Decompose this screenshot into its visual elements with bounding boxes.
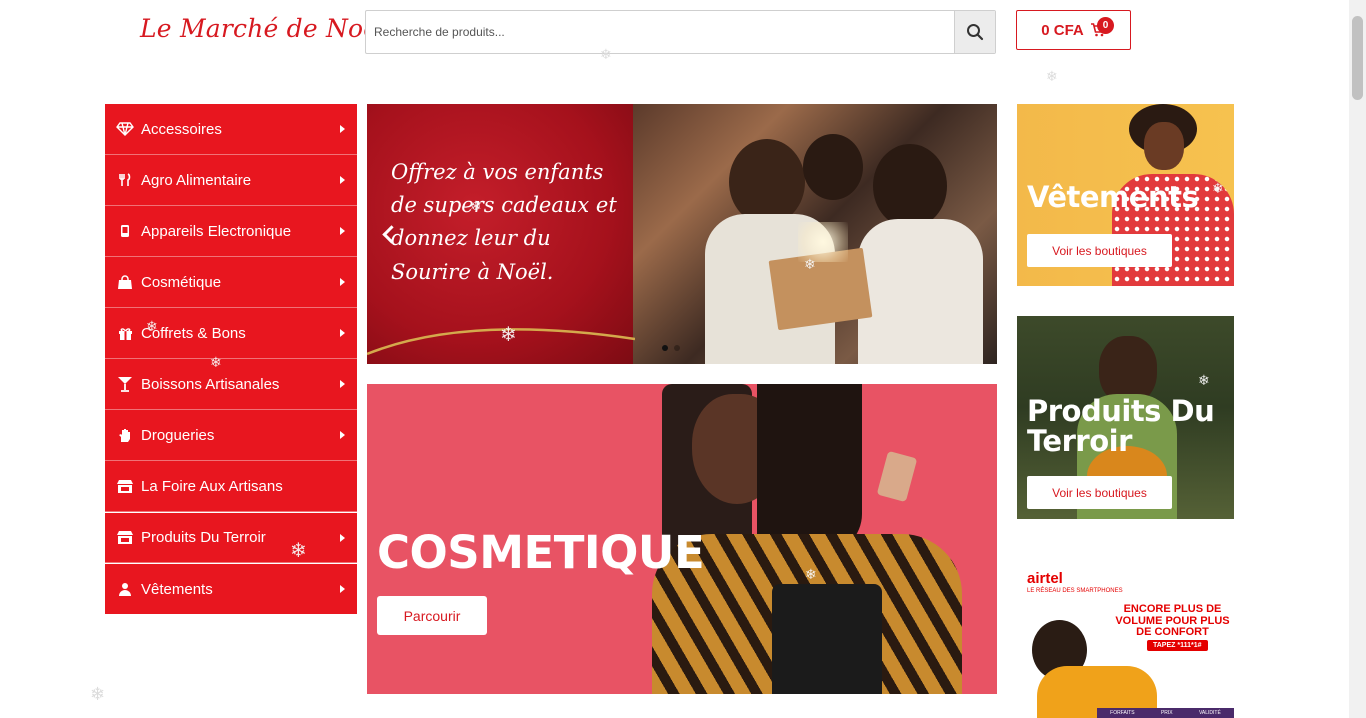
sidebar-item-la-foire-aux-artisans[interactable]: La Foire Aux Artisans [105,461,357,512]
site-logo[interactable]: Le Marché de Noël [140,14,387,43]
airtel-ad[interactable]: airtel LE RÉSEAU DES SMARTPHONES ENCORE … [1017,558,1234,718]
model-photo-shape [757,384,862,554]
sidebar-item-produits-du-terroir[interactable]: Produits Du Terroir [105,512,357,563]
view-shops-button[interactable]: Voir les boutiques [1027,476,1172,509]
promo-title: Vêtements [1027,180,1199,214]
sidebar-item-appareils-electronique[interactable]: Appareils Electronique [105,206,357,257]
page-scrollbar[interactable] [1349,0,1366,718]
gift-icon [115,324,135,342]
cart-count-badge: 0 [1097,17,1114,34]
sidebar-item-label: La Foire Aux Artisans [141,477,283,495]
hero-gold-curve [367,328,635,356]
cosmetic-title: COSMETIQUE [377,526,705,579]
sidebar-item-label: Boissons Artisanales [141,375,280,393]
sidebar-item-vetements[interactable]: Vêtements [105,563,357,614]
sidebar-item-label: Coffrets & Bons [141,324,246,342]
caret-right-icon [340,585,345,593]
hand-icon [115,426,135,444]
browse-button[interactable]: Parcourir [377,596,487,635]
snowflake-icon: ❄ [90,684,106,704]
store-icon [115,529,135,547]
slider-dot[interactable] [662,345,668,351]
user-icon [115,580,135,598]
sidebar-item-drogueries[interactable]: Drogueries [105,410,357,461]
caret-right-icon [340,176,345,184]
sidebar-item-label: Accessoires [141,120,222,138]
caret-right-icon [340,380,345,388]
airtel-footer-bar: FORFAITS PRIX VALIDITÉ [1097,708,1234,718]
caret-right-icon [340,125,345,133]
search-bar [365,10,996,54]
sidebar-item-label: Agro Alimentaire [141,171,252,189]
promo-produits-du-terroir[interactable]: Produits Du Terroir Voir les boutiques [1017,316,1234,519]
scrollbar-thumb[interactable] [1352,16,1363,100]
model-photo-shape [772,584,882,694]
bag-icon [115,273,135,291]
cocktail-icon [115,375,135,393]
caret-right-icon [340,431,345,439]
mobile-icon [115,222,135,240]
hero-slider[interactable]: Offrez à vos enfants de supers cadeaux e… [367,104,997,364]
sidebar-item-label: Cosmétique [141,273,222,291]
caret-right-icon [340,278,345,286]
sidebar-item-boissons-artisanales[interactable]: Boissons Artisanales [105,359,357,410]
cart-total: 0 CFA [1041,21,1084,39]
sidebar-item-coffrets-bons[interactable]: Coffrets & Bons [105,308,357,359]
cart-button[interactable]: 0 CFA 0 [1016,10,1131,50]
search-input[interactable] [366,11,954,53]
airtel-footer-label: VALIDITÉ [1198,710,1221,716]
sidebar-item-agro-alimentaire[interactable]: Agro Alimentaire [105,155,357,206]
hero-headline: Offrez à vos enfants de supers cadeaux e… [391,160,617,284]
view-shops-button[interactable]: Voir les boutiques [1027,234,1172,267]
utensils-icon [115,171,135,189]
slider-prev-arrow[interactable] [381,224,395,244]
caret-right-icon [340,533,345,542]
search-button[interactable] [954,11,995,53]
caret-right-icon [340,227,345,235]
promo-title: Produits Du Terroir [1027,394,1215,459]
caret-right-icon [340,329,345,337]
hero-photo-shape [729,139,805,225]
sidebar-item-label: Produits Du Terroir [141,529,266,546]
sidebar-item-label: Drogueries [141,426,215,444]
store-icon [115,477,135,495]
search-icon [967,24,984,41]
hero-photo-shape [803,134,863,200]
hero-photo-shape [798,222,848,262]
sidebar-item-label: Appareils Electronique [141,222,292,240]
model-photo-shape [876,450,918,503]
sidebar-item-accessoires[interactable]: Accessoires [105,104,357,155]
hero-family-image [633,104,997,364]
snowflake-icon: ❄ [1046,68,1058,84]
airtel-headline: ENCORE PLUS DE VOLUME POUR PLUS DE CONFO… [1115,603,1230,639]
sidebar-item-label: Vêtements [141,580,213,598]
slider-dot[interactable] [674,345,680,351]
airtel-footer-label: FORFAITS [1110,710,1135,716]
promo-photo-shape [1144,122,1184,170]
airtel-logo: airtel [1027,570,1063,587]
airtel-tagline: LE RÉSEAU DES SMARTPHONES [1027,588,1123,594]
hero-photo-shape [873,144,947,228]
hero-photo-shape [858,219,983,364]
airtel-code: TAPEZ *111*1# [1147,640,1208,651]
cosmetic-banner[interactable]: COSMETIQUE Parcourir [367,384,997,694]
category-sidebar: Accessoires Agro Alimentaire Appareils E… [105,104,357,614]
diamond-icon [115,120,135,138]
page: Le Marché de Noël 0 CFA 0 Accessoires [0,0,1366,718]
sidebar-item-cosmetique[interactable]: Cosmétique [105,257,357,308]
airtel-footer-label: PRIX [1160,710,1173,716]
slider-dots [662,345,680,351]
promo-vetements[interactable]: Vêtements Voir les boutiques [1017,104,1234,286]
